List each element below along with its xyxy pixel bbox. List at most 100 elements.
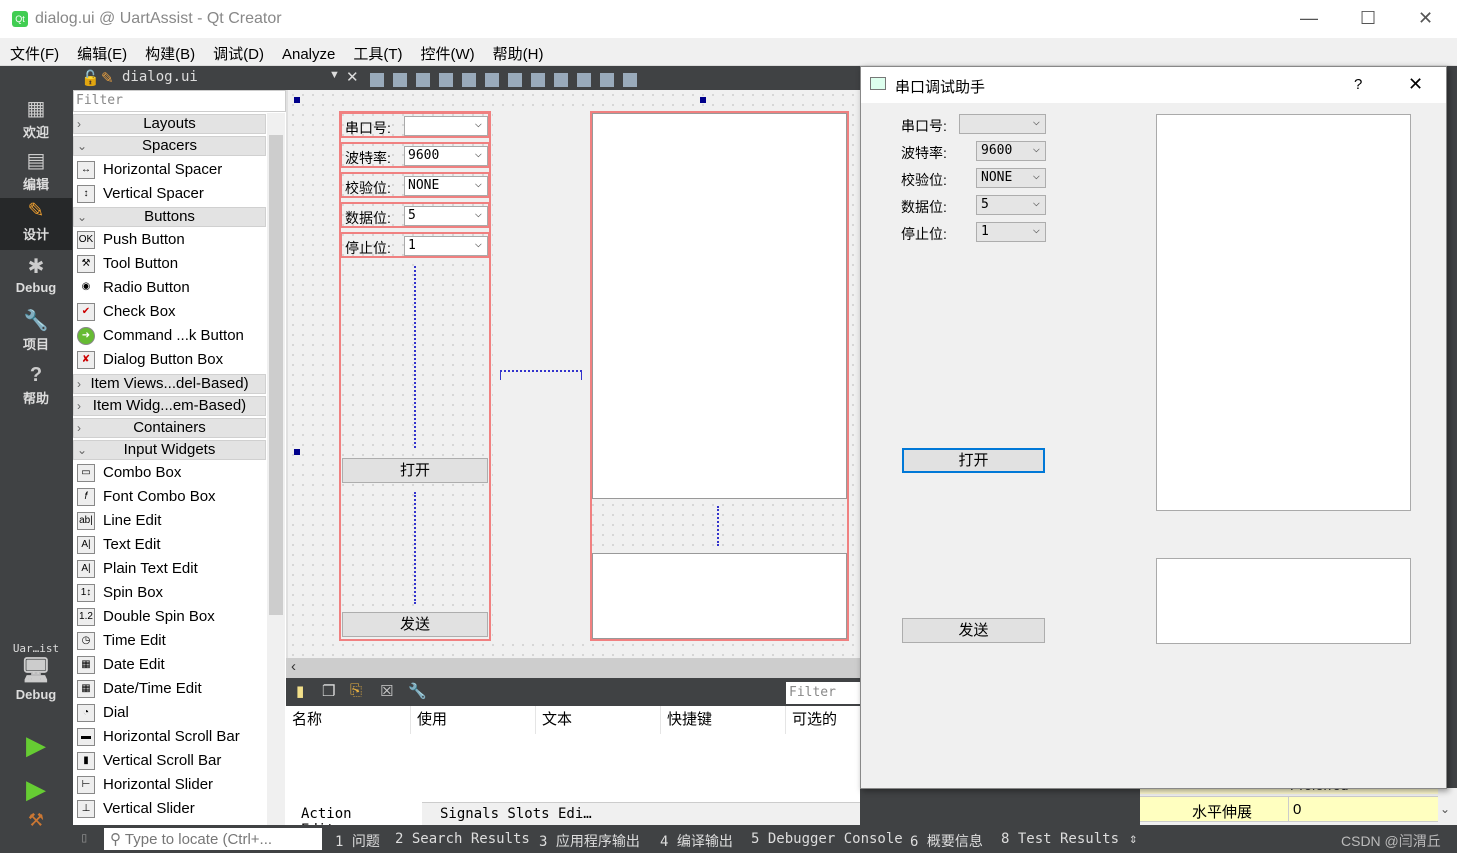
horizontal-spacer[interactable] [500,370,582,380]
vertical-spacer[interactable] [414,266,416,448]
new-action-icon[interactable]: ▮ [296,682,304,700]
property-value[interactable]: 0 [1288,797,1305,821]
mode-edit[interactable]: ▤ 编辑 [0,148,72,200]
scrollbar-thumb[interactable] [269,135,283,615]
menu-build[interactable]: 构建(B) [135,38,203,64]
dialog-send-text[interactable] [1156,558,1411,644]
help-button[interactable]: ? [1354,76,1362,93]
field-combo[interactable]: 5 [404,204,488,226]
locator-input[interactable]: ⚲ Type to locate (Ctrl+... [104,828,322,850]
pane-app-output[interactable]: 3 应用程序输出 [539,831,640,851]
pane-debugger-console[interactable]: 5 Debugger Console [751,831,903,847]
column-name[interactable]: 名称 [286,706,411,734]
dialog-field-combo[interactable]: NONE [976,166,1046,188]
close-document-icon[interactable]: ✕ [346,68,359,86]
field-combo[interactable]: NONE [404,174,488,196]
column-shortcut[interactable]: 快捷键 [661,706,786,734]
field-combo[interactable]: 9600 [404,144,488,166]
edit-buddies-icon[interactable] [416,73,430,88]
build-hammer-icon[interactable]: ⚒ [0,810,72,830]
widget-plain-text-edit[interactable]: A| Plain Text Edit [77,557,267,581]
widget-horizontal-spacer[interactable]: ↔ Horizontal Spacer [77,158,267,182]
menu-help[interactable]: 帮助(H) [483,38,552,64]
widget-dial[interactable]: ◔ Dial [77,701,267,725]
property-row[interactable]: 水平伸展 0 [1140,796,1438,822]
category-item-widgets[interactable]: › Item Widg...em-Based) [73,396,266,416]
dialog-field-combo[interactable] [959,112,1046,134]
break-layout-icon[interactable] [600,73,614,88]
menu-tools[interactable]: 工具(T) [343,38,410,64]
tab-signals-slots[interactable]: Signals Slots Edi… [440,806,592,822]
copy-action-icon[interactable]: ❐ [322,682,335,700]
chevron-down-icon[interactable]: ⌄ [1440,802,1450,816]
menu-file[interactable]: 文件(F) [0,38,67,64]
layout-horizontal-icon[interactable] [462,73,476,88]
layout-grid-icon[interactable] [577,73,591,88]
widget-horizontal-scroll-bar[interactable]: ▬ Horizontal Scroll Bar [77,725,267,749]
layout-vertical-icon[interactable] [485,73,499,88]
category-spacers[interactable]: ⌄ Spacers [73,136,266,156]
paste-action-icon[interactable]: ⎘ [350,682,362,699]
open-button[interactable]: 打开 [342,458,488,483]
receive-text-edit[interactable] [592,113,847,499]
selection-handle[interactable] [294,449,300,455]
layout-v-splitter-icon[interactable] [531,73,545,88]
dialog-send-button[interactable]: 发送 [902,618,1045,643]
layout-h-splitter-icon[interactable] [508,73,522,88]
delete-action-icon[interactable]: ☒ [380,682,393,700]
widget-check-box[interactable]: ✔ Check Box [77,300,267,324]
widget-spin-box[interactable]: 1↕ Spin Box [77,581,267,605]
chevron-left-icon[interactable]: ‹ [291,658,296,675]
menu-analyze[interactable]: Analyze [272,41,343,63]
widget-filter-input[interactable]: Filter [73,90,286,112]
adjust-size-icon[interactable] [623,73,637,88]
close-button[interactable]: ✕ [1418,8,1433,29]
category-containers[interactable]: › Containers [73,418,266,438]
send-text-edit[interactable] [592,553,847,639]
widget-date-edit[interactable]: ▦ Date Edit [77,653,267,677]
dialog-receive-text[interactable] [1156,114,1411,511]
toggle-sidebar-icon[interactable]: ▯ [80,830,88,846]
maximize-button[interactable]: ☐ [1360,8,1376,29]
dialog-field-combo[interactable]: 1 [976,220,1046,242]
edit-signals-icon[interactable] [393,73,407,88]
dialog-open-button[interactable]: 打开 [902,448,1045,473]
action-filter-input[interactable]: Filter [786,682,860,704]
field-combo[interactable]: 1 [404,234,488,256]
send-button[interactable]: 发送 [342,612,488,637]
widget-font-combo-box[interactable]: 𝑓 Font Combo Box [77,485,267,509]
menu-edit[interactable]: 编辑(E) [67,38,135,64]
widget-radio-button[interactable]: ◉ Radio Button [77,276,267,300]
widget-dialog-button-box[interactable]: ✘ Dialog Button Box [77,348,267,372]
pane-test-results[interactable]: 8 Test Results [1001,831,1119,847]
form-horizontal-scrollbar[interactable]: ‹ [286,658,860,678]
widget-time-edit[interactable]: ◷ Time Edit [77,629,267,653]
selection-handle[interactable] [700,97,706,103]
widget-tool-button[interactable]: ⚒ Tool Button [77,252,267,276]
category-input-widgets[interactable]: ⌄ Input Widgets [73,440,266,460]
widget-vertical-spacer[interactable]: ↕ Vertical Spacer [77,182,267,206]
menu-widgets[interactable]: 控件(W) [411,38,483,64]
mode-debug[interactable]: ✱ Debug [0,254,72,306]
category-item-views[interactable]: › Item Views...del-Based) [73,374,266,394]
widget-line-edit[interactable]: ab| Line Edit [77,509,267,533]
widget-vertical-scroll-bar[interactable]: ▮ Vertical Scroll Bar [77,749,267,773]
tab-action-editor[interactable]: Action Editor [286,802,422,838]
open-file-combo[interactable]: dialog.ui [122,69,198,85]
widget-push-button[interactable]: OK Push Button [77,228,267,252]
column-text[interactable]: 文本 [536,706,661,734]
dialog-close-button[interactable]: ✕ [1408,74,1423,95]
widget-command-link-button[interactable]: ➜ Command ...k Button [77,324,267,348]
pane-general-messages[interactable]: 6 概要信息 [910,831,983,851]
widget-vertical-slider[interactable]: ⊥ Vertical Slider [77,797,267,821]
column-used[interactable]: 使用 [411,706,536,734]
vertical-spacer[interactable] [717,506,719,546]
dialog-field-combo[interactable]: 5 [976,193,1046,215]
mode-design[interactable]: ✎ 设计 [0,198,72,250]
vertical-spacer[interactable] [414,492,416,604]
mode-projects[interactable]: 🔧 项目 [0,308,72,360]
selection-handle[interactable] [294,97,300,103]
pane-issues[interactable]: 1 问题 [335,831,380,851]
menu-debug[interactable]: 调试(D) [203,38,272,64]
more-panes-icon[interactable]: ⇕ [1129,831,1137,847]
